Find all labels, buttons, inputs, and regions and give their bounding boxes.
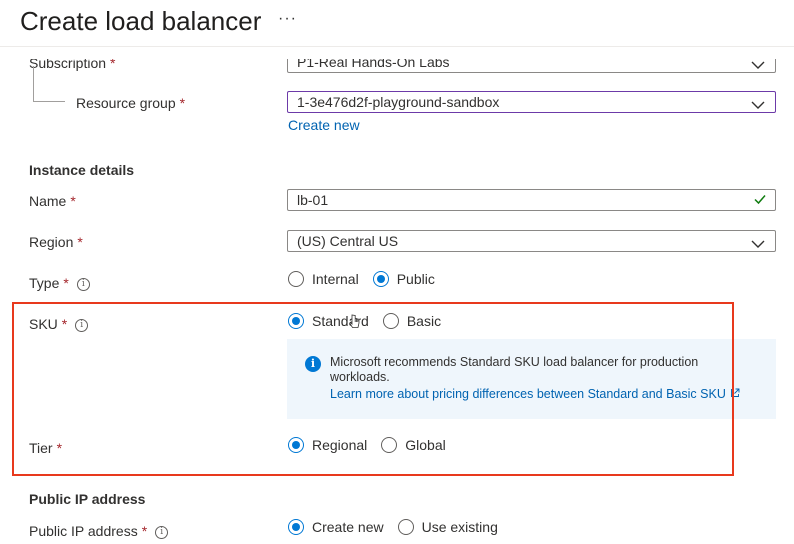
scroll-clip: [0, 47, 794, 59]
radio-checked-icon: [372, 271, 389, 287]
region-value: (US) Central US: [297, 233, 399, 249]
tree-connector: [33, 66, 34, 102]
radio-unchecked-icon: [397, 519, 414, 535]
public-ip-label: Public IP address * i: [29, 523, 169, 539]
type-internal-radio[interactable]: Internal: [288, 271, 359, 287]
public-ip-heading: Public IP address: [29, 491, 146, 507]
chevron-down-icon: [751, 235, 765, 254]
instance-details-heading: Instance details: [29, 162, 135, 178]
public-ip-radio-group: Create new Use existing: [288, 519, 512, 535]
region-label: Region *: [29, 234, 83, 250]
highlight-annotation: [12, 302, 734, 476]
name-input[interactable]: lb-01: [287, 189, 776, 211]
name-value: lb-01: [297, 192, 329, 208]
type-radio-group: Internal Public: [288, 271, 449, 287]
region-dropdown[interactable]: (US) Central US: [287, 230, 776, 252]
name-label: Name *: [29, 193, 76, 209]
public-ip-use-existing-radio[interactable]: Use existing: [397, 519, 498, 535]
type-label: Type * i: [29, 275, 90, 291]
create-new-resource-group-link[interactable]: Create new: [288, 117, 360, 133]
radio-unchecked-icon: [288, 271, 304, 287]
resource-group-dropdown[interactable]: 1-3e476d2f-playground-sandbox: [287, 91, 776, 113]
page-title: Create load balancer: [20, 6, 262, 36]
more-options-icon[interactable]: ···: [278, 10, 297, 28]
info-icon[interactable]: i: [76, 277, 90, 291]
public-ip-create-new-radio[interactable]: Create new: [288, 519, 384, 535]
resource-group-value: 1-3e476d2f-playground-sandbox: [297, 94, 500, 110]
radio-checked-icon: [288, 519, 304, 535]
info-icon[interactable]: i: [155, 525, 169, 539]
checkmark-icon: [753, 192, 767, 211]
resource-group-label: Resource group *: [76, 95, 186, 111]
chevron-down-icon: [751, 96, 765, 115]
type-public-radio[interactable]: Public: [372, 271, 435, 287]
tree-connector: [33, 101, 65, 102]
